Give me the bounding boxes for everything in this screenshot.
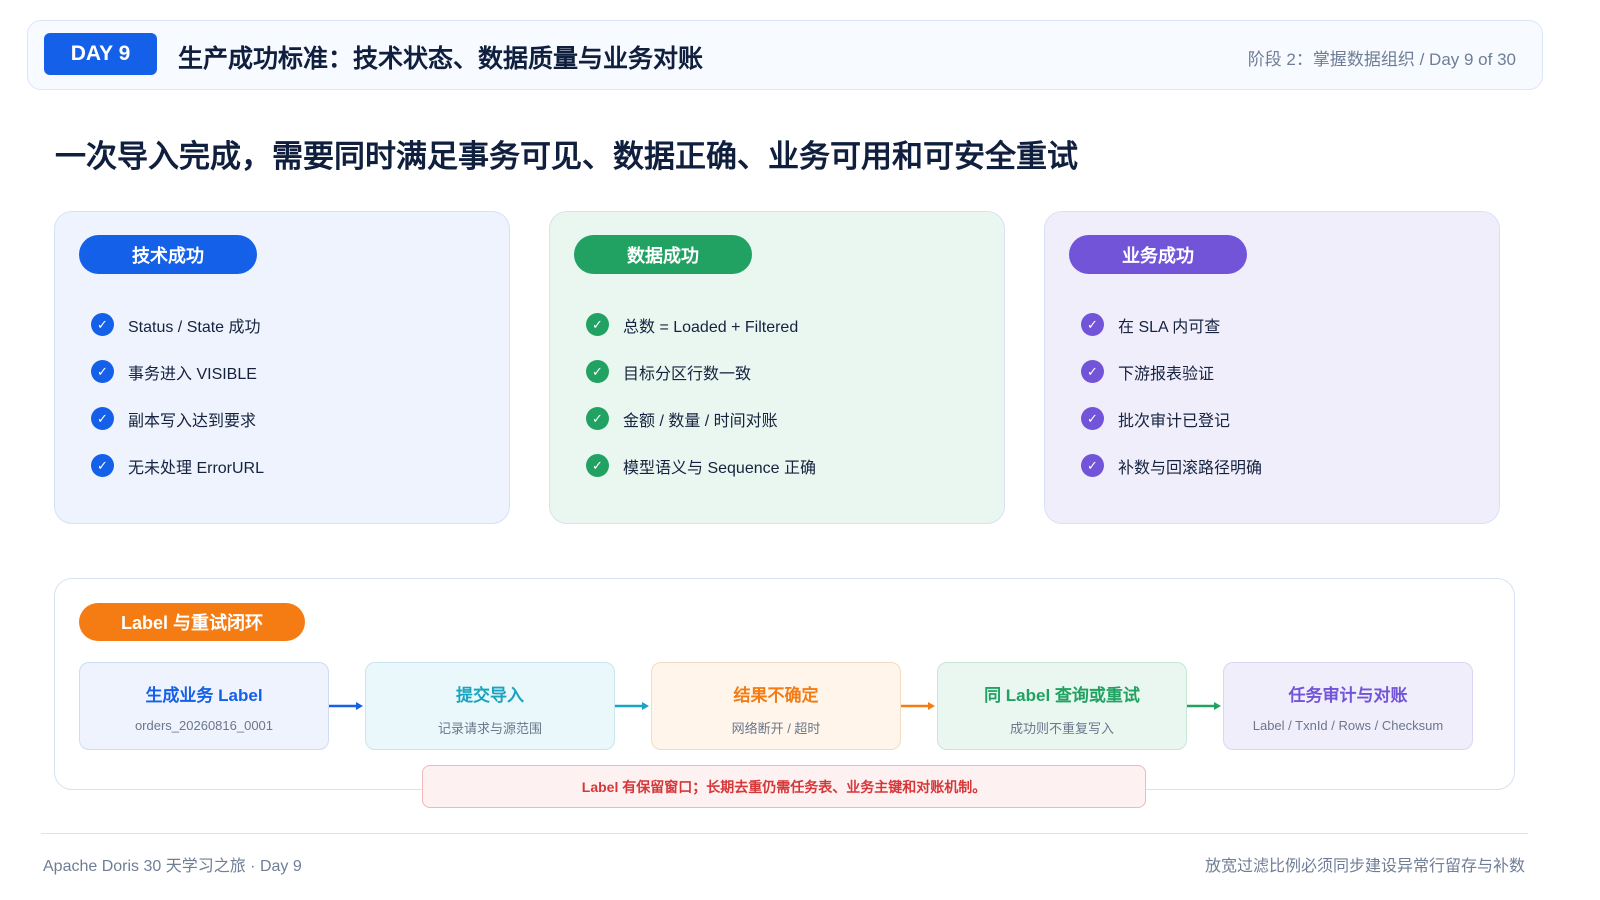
slide-header: DAY 9 生产成功标准：技术状态、数据质量与业务对账 阶段 2：掌握数据组织 …	[27, 20, 1543, 90]
retry-loop-label: Label 与重试闭环	[79, 603, 305, 641]
check-circle-icon: ✓	[1081, 360, 1104, 383]
biz-check-list: ✓ 在 SLA 内可查 ✓ 下游报表验证 ✓ 批次审计已登记 ✓ 补数与回滚路径明确	[1081, 301, 1262, 489]
data-success-label: 数据成功	[574, 235, 752, 274]
tech-success-card: 技术成功 ✓ Status / State 成功 ✓ 事务进入 VISIBLE ✓ 副…	[54, 211, 510, 524]
step-subtitle: Label / TxnId / Rows / Checksum	[1252, 718, 1444, 733]
flow-step-generate-label: 生成业务 Label orders_20260816_0001	[79, 662, 329, 750]
check-circle-icon: ✓	[91, 360, 114, 383]
step-subtitle: 网络断开 / 超时	[731, 721, 821, 736]
check-circle-icon: ✓	[91, 407, 114, 430]
check-item: ✓ 补数与回滚路径明确	[1081, 442, 1262, 489]
step-title: 生成业务 Label	[145, 686, 263, 705]
step-title: 提交导入	[456, 686, 524, 705]
check-item: ✓ 模型语义与 Sequence 正确	[586, 442, 816, 489]
check-text: 补数与回滚路径明确	[1118, 459, 1263, 477]
arrow-right-icon	[615, 702, 649, 710]
check-item: ✓ 事务进入 VISIBLE	[91, 348, 264, 395]
footer-divider	[41, 833, 1528, 834]
check-circle-icon: ✓	[1081, 407, 1104, 430]
check-text: 总数 = Loaded + Filtered	[623, 318, 799, 336]
day-badge: DAY 9	[44, 33, 157, 75]
retry-loop-panel: Label 与重试闭环 生成业务 Label orders_20260816_0…	[54, 578, 1515, 790]
check-item: ✓ 无未处理 ErrorURL	[91, 442, 264, 489]
check-item: ✓ 总数 = Loaded + Filtered	[586, 301, 816, 348]
biz-success-label: 业务成功	[1069, 235, 1247, 274]
check-text: 无未处理 ErrorURL	[128, 459, 265, 477]
step-subtitle: 记录请求与源范围	[437, 721, 542, 736]
check-item: ✓ 目标分区行数一致	[586, 348, 816, 395]
check-text: 模型语义与 Sequence 正确	[623, 459, 816, 477]
flow-step-audit-reconcile: 任务审计与对账 Label / TxnId / Rows / Checksum	[1223, 662, 1473, 750]
check-text: 批次审计已登记	[1118, 412, 1231, 430]
check-circle-icon: ✓	[586, 407, 609, 430]
check-item: ✓ 在 SLA 内可查	[1081, 301, 1262, 348]
step-title: 任务审计与对账	[1288, 686, 1408, 705]
stage-indicator: 阶段 2：掌握数据组织 / Day 9 of 30	[1247, 50, 1516, 69]
label-retention-warning: Label 有保留窗口；长期去重仍需任务表、业务主键和对账机制。	[422, 765, 1146, 808]
check-item: ✓ 副本写入达到要求	[91, 395, 264, 442]
arrow-right-icon	[329, 702, 363, 710]
slide-title: 生产成功标准：技术状态、数据质量与业务对账	[178, 45, 704, 73]
check-item: ✓ 金额 / 数量 / 时间对账	[586, 395, 816, 442]
footer-course-title: Apache Doris 30 天学习之旅 · Day 9	[43, 858, 302, 875]
footer-tip: 放宽过滤比例必须同步建设异常行留存与补数	[1204, 858, 1525, 875]
check-circle-icon: ✓	[586, 454, 609, 477]
check-circle-icon: ✓	[91, 454, 114, 477]
check-circle-icon: ✓	[1081, 313, 1104, 336]
check-text: 目标分区行数一致	[623, 365, 752, 383]
headline: 一次导入完成，需要同时满足事务可见、数据正确、业务可用和可安全重试	[55, 139, 1078, 174]
check-text: 副本写入达到要求	[128, 412, 257, 430]
step-subtitle: 成功则不重复写入	[1009, 721, 1114, 736]
tech-check-list: ✓ Status / State 成功 ✓ 事务进入 VISIBLE ✓ 副本写入达到…	[91, 301, 264, 489]
flow-step-query-or-retry: 同 Label 查询或重试 成功则不重复写入	[937, 662, 1187, 750]
tech-success-label: 技术成功	[79, 235, 257, 274]
data-success-card: 数据成功 ✓ 总数 = Loaded + Filtered ✓ 目标分区行数一致 ✓…	[549, 211, 1005, 524]
flow-step-uncertain-result: 结果不确定 网络断开 / 超时	[651, 662, 901, 750]
step-subtitle: orders_20260816_0001	[134, 718, 274, 733]
check-text: 下游报表验证	[1118, 365, 1215, 383]
check-text: 在 SLA 内可查	[1118, 318, 1221, 336]
biz-success-card: 业务成功 ✓ 在 SLA 内可查 ✓ 下游报表验证 ✓ 批次审计已登记 ✓ 补数与回滚路…	[1044, 211, 1500, 524]
step-title: 同 Label 查询或重试	[984, 686, 1140, 705]
check-circle-icon: ✓	[91, 313, 114, 336]
check-item: ✓ Status / State 成功	[91, 301, 264, 348]
check-text: 金额 / 数量 / 时间对账	[623, 412, 778, 430]
check-item: ✓ 批次审计已登记	[1081, 395, 1262, 442]
check-text: Status / State 成功	[128, 318, 261, 336]
check-text: 事务进入 VISIBLE	[128, 365, 257, 383]
data-check-list: ✓ 总数 = Loaded + Filtered ✓ 目标分区行数一致 ✓ 金额 / …	[586, 301, 816, 489]
arrow-right-icon	[1187, 702, 1221, 710]
check-circle-icon: ✓	[586, 360, 609, 383]
flow-step-submit-load: 提交导入 记录请求与源范围	[365, 662, 615, 750]
check-item: ✓ 下游报表验证	[1081, 348, 1262, 395]
check-circle-icon: ✓	[1081, 454, 1104, 477]
step-title: 结果不确定	[733, 686, 819, 705]
arrow-right-icon	[901, 702, 935, 710]
check-circle-icon: ✓	[586, 313, 609, 336]
